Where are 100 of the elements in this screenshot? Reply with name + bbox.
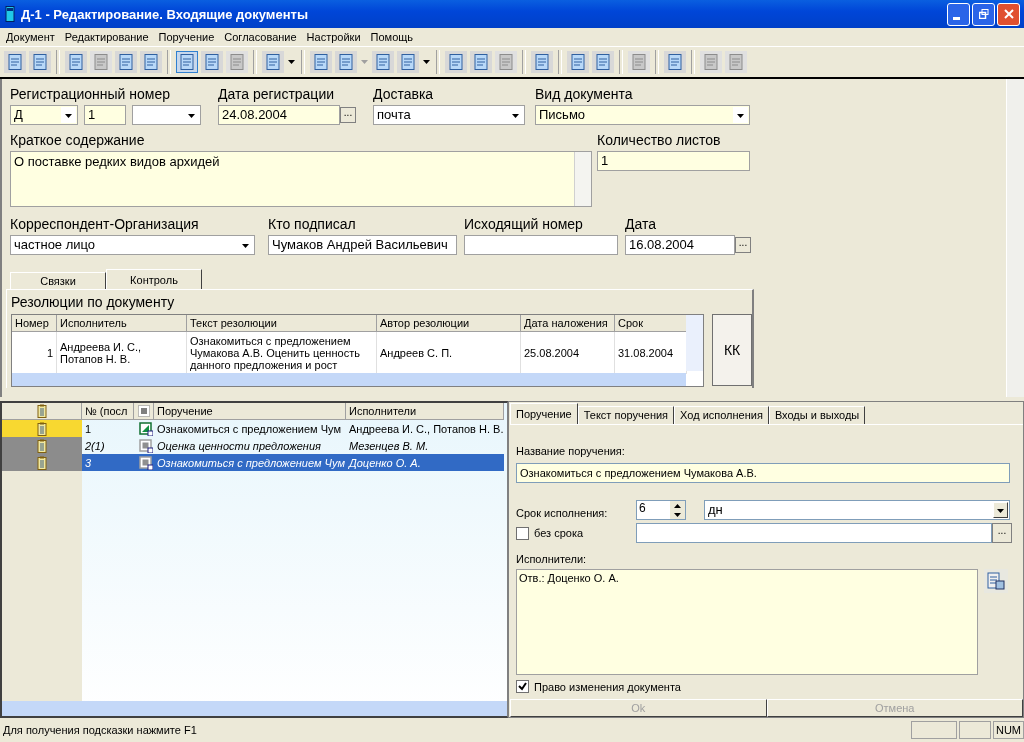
- minimize-button[interactable]: [947, 2, 970, 26]
- toolbar-button[interactable]: [445, 51, 467, 73]
- ellipsis-button[interactable]: ...: [340, 107, 356, 123]
- column-header[interactable]: Срок: [615, 315, 687, 332]
- menu-item[interactable]: Редактирование: [60, 31, 155, 43]
- table-cell[interactable]: Андреева И. С., Потапов Н. В.: [346, 420, 504, 437]
- delivery-dropdown[interactable]: почта: [373, 105, 525, 125]
- scrollbar[interactable]: [574, 152, 591, 206]
- column-header[interactable]: Номер: [12, 315, 57, 332]
- ellipsis-button[interactable]: ...: [735, 237, 751, 253]
- toolbar-button[interactable]: [470, 51, 492, 73]
- column-header[interactable]: Исполнитель: [57, 315, 187, 332]
- date-field[interactable]: [636, 523, 992, 543]
- tab[interactable]: Поручение: [510, 403, 578, 424]
- kk-button[interactable]: КК: [712, 314, 752, 386]
- toolbar-button[interactable]: [262, 51, 284, 73]
- close-button[interactable]: [997, 2, 1020, 26]
- correspondent-dropdown[interactable]: частное лицо: [10, 235, 255, 255]
- toolbar-button[interactable]: [531, 51, 553, 73]
- outgoing-number-field[interactable]: [464, 235, 618, 255]
- doc-type-dropdown[interactable]: Письмо: [535, 105, 750, 125]
- toolbar-button[interactable]: [140, 51, 162, 73]
- unit-dropdown[interactable]: дн: [704, 500, 1010, 520]
- field-label: Дата: [625, 215, 657, 234]
- field-label: Количество листов: [597, 131, 722, 150]
- field-label: Краткое содержание: [10, 131, 146, 150]
- document-icon: [337, 53, 355, 71]
- menu-item[interactable]: Настройки: [302, 31, 367, 43]
- column-header[interactable]: [134, 403, 154, 420]
- table-cell[interactable]: Мезенцев В. М.: [346, 437, 504, 454]
- toolbar-button[interactable]: [664, 51, 686, 73]
- toolbar-button[interactable]: [201, 51, 223, 73]
- column-header[interactable]: Автор резолюции: [377, 315, 521, 332]
- document-icon: [67, 53, 85, 71]
- column-header[interactable]: Текст резолюции: [187, 315, 377, 332]
- field-label: Исполнители:: [516, 552, 588, 567]
- column-header[interactable]: Поручение: [154, 403, 346, 420]
- restore-button[interactable]: [972, 2, 995, 26]
- document-icon: [6, 53, 24, 71]
- scrollbar[interactable]: [12, 373, 687, 386]
- menu-item[interactable]: Помощь: [366, 31, 420, 43]
- row-header[interactable]: [2, 454, 82, 471]
- table-cell[interactable]: [134, 454, 154, 471]
- checkbox[interactable]: [516, 526, 529, 540]
- tab[interactable]: Контроль: [106, 269, 202, 289]
- field-label: Корреспондент-Организация: [10, 215, 200, 234]
- executors-field[interactable]: Отв.: Доценко О. А.: [516, 569, 978, 675]
- toolbar-button[interactable]: [372, 51, 394, 73]
- dropdown-button[interactable]: [61, 107, 76, 123]
- table-cell[interactable]: Ознакомиться с предложением Чум: [154, 420, 346, 437]
- signer-field[interactable]: Чумаков Андрей Васильевич: [268, 235, 457, 255]
- summary-field[interactable]: О поставке редких видов архидей: [10, 151, 592, 207]
- spin-field[interactable]: 6: [636, 500, 686, 520]
- toolbar-button[interactable]: [65, 51, 87, 73]
- tab[interactable]: Ход исполнения: [674, 406, 769, 424]
- menu-item[interactable]: Согласование: [220, 31, 303, 43]
- scrollbar[interactable]: [2, 701, 507, 716]
- table-cell[interactable]: Ознакомиться с предложением Чум: [154, 454, 346, 471]
- document-icon: [727, 53, 745, 71]
- tab[interactable]: Входы и выходы: [768, 406, 866, 424]
- ellipsis-button[interactable]: ...: [992, 523, 1012, 543]
- toolbar-button[interactable]: [4, 51, 26, 73]
- table-cell[interactable]: Доценко О. А.: [346, 454, 504, 471]
- clipboard-icon: [37, 438, 47, 453]
- table-cell[interactable]: 2(1): [82, 437, 134, 454]
- table-cell[interactable]: 3: [82, 454, 134, 471]
- checkbox[interactable]: [516, 680, 529, 693]
- executors-button[interactable]: [984, 569, 1008, 593]
- table-cell[interactable]: Оценка ценности предложения: [154, 437, 346, 454]
- number-field[interactable]: 1: [84, 105, 126, 125]
- column-header[interactable]: № (посл: [82, 403, 134, 420]
- toolbar-button[interactable]: [592, 51, 614, 73]
- toolbar-button[interactable]: [176, 51, 198, 73]
- toolbar-button[interactable]: [567, 51, 589, 73]
- document-icon: [702, 53, 720, 71]
- toolbar-button[interactable]: [397, 51, 419, 73]
- toolbar-button[interactable]: [29, 51, 51, 73]
- date-field[interactable]: 16.08.2004: [625, 235, 735, 255]
- dropdown-button[interactable]: [993, 502, 1008, 518]
- toolbar-button[interactable]: [310, 51, 332, 73]
- table-cell[interactable]: 1: [82, 420, 134, 437]
- checkbox-label: без срока: [534, 527, 584, 539]
- menu-item[interactable]: Документ: [2, 31, 61, 43]
- dropdown-button[interactable]: [733, 107, 748, 123]
- menu-item[interactable]: Поручение: [154, 31, 221, 43]
- toolbar-button[interactable]: [335, 51, 357, 73]
- scrollbar[interactable]: [686, 315, 704, 371]
- task-name-field[interactable]: Ознакомиться с предложением Чумакова А.В.: [516, 463, 1010, 483]
- toolbar-button[interactable]: [115, 51, 137, 73]
- sheets-field[interactable]: 1: [597, 151, 750, 171]
- caret-icon: [288, 60, 295, 64]
- column-header[interactable]: Дата наложения: [521, 315, 615, 332]
- tab[interactable]: Связки: [10, 272, 106, 289]
- column-header[interactable]: Исполнители: [346, 403, 504, 420]
- spin-buttons[interactable]: [670, 501, 685, 519]
- prefix-dropdown[interactable]: Д: [10, 105, 78, 125]
- field-label: Вид документа: [535, 85, 634, 104]
- row-header[interactable]: [2, 437, 82, 454]
- tab[interactable]: Текст поручения: [577, 406, 675, 424]
- date-field[interactable]: 24.08.2004: [218, 105, 340, 125]
